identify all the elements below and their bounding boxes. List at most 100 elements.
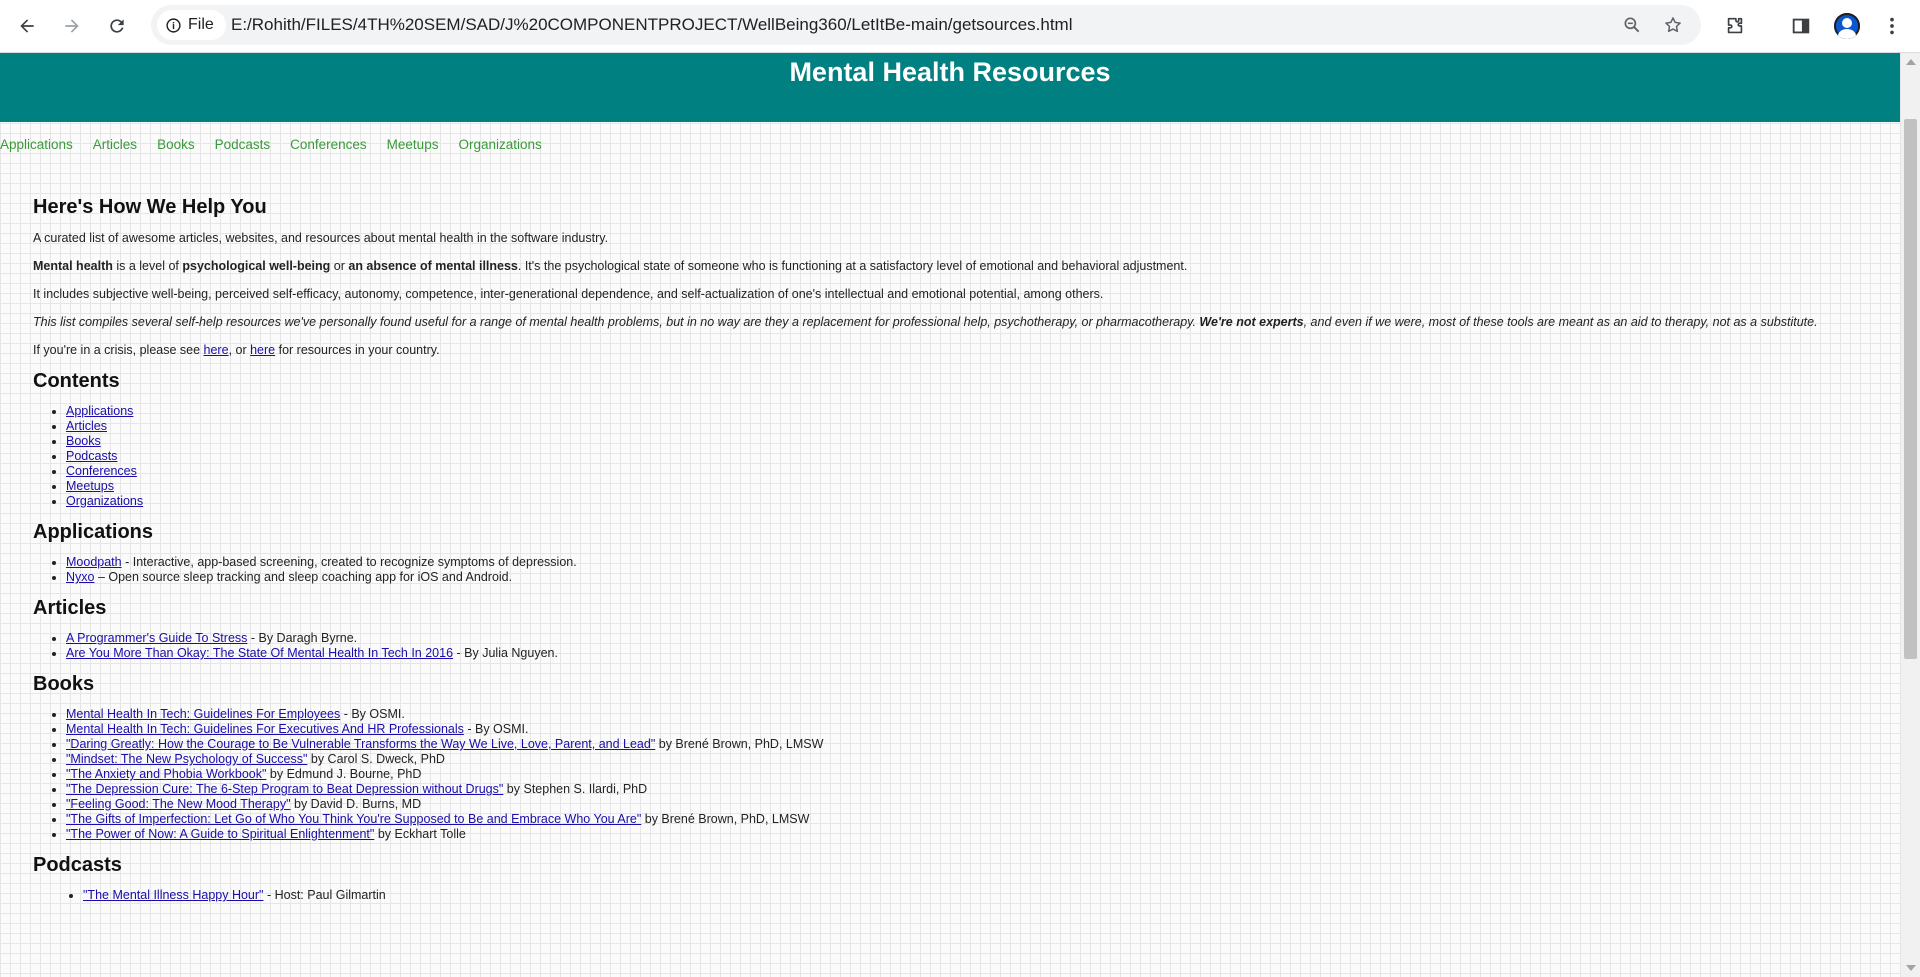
disclaimer-paragraph: This list compiles several self-help res…: [33, 315, 1818, 329]
list-item: "The Depression Cure: The 6-Step Program…: [66, 782, 1873, 797]
contents-link-conferences[interactable]: Conferences: [66, 464, 137, 478]
resource-link[interactable]: "Mindset: The New Psychology of Success": [66, 752, 307, 766]
resource-link[interactable]: Nyxo: [66, 570, 94, 584]
list-item: "The Mental Illness Happy Hour" - Host: …: [83, 888, 1873, 903]
list-item: Podcasts: [66, 449, 1873, 464]
intro-paragraph-1: A curated list of awesome articles, webs…: [33, 231, 609, 245]
nav-link-books[interactable]: Books: [157, 134, 195, 156]
bold-text: an absence of mental illness: [348, 259, 518, 273]
resource-link[interactable]: "Daring Greatly: How the Courage to Be V…: [66, 737, 655, 751]
side-panel-button[interactable]: [1783, 8, 1819, 44]
list-item: Organizations: [66, 494, 1873, 509]
forward-button[interactable]: [54, 8, 90, 44]
nav-link-articles[interactable]: Articles: [93, 134, 137, 156]
back-button[interactable]: [9, 8, 45, 44]
arrow-left-icon: [20, 19, 34, 33]
contents-link-applications[interactable]: Applications: [66, 404, 133, 418]
list-item: Articles: [66, 419, 1873, 434]
browser-toolbar: File E:/Rohith/FILES/4TH%20SEM/SAD/J%20C…: [0, 0, 1920, 53]
applications-list: Moodpath - Interactive, app-based screen…: [33, 555, 1873, 585]
page-title: Mental Health Resources: [789, 57, 1111, 87]
applications-heading: Applications: [33, 521, 154, 543]
bold-text: psychological well-being: [182, 259, 331, 273]
more-vert-icon: [1890, 17, 1894, 35]
resource-link[interactable]: "The Power of Now: A Guide to Spiritual …: [66, 827, 374, 841]
url-text[interactable]: E:/Rohith/FILES/4TH%20SEM/SAD/J%20COMPON…: [231, 5, 1073, 45]
resource-link[interactable]: A Programmer's Guide To Stress: [66, 631, 247, 645]
puzzle-icon: [1727, 17, 1743, 34]
resource-link[interactable]: "The Depression Cure: The 6-Step Program…: [66, 782, 503, 796]
contents-link-podcasts[interactable]: Podcasts: [66, 449, 117, 463]
podcasts-list: "The Mental Illness Happy Hour" - Host: …: [33, 888, 1873, 903]
list-item: Conferences: [66, 464, 1873, 479]
contents-heading: Contents: [33, 370, 120, 392]
contents-link-books[interactable]: Books: [66, 434, 101, 448]
list-item: "The Gifts of Imperfection: Let Go of Wh…: [66, 812, 1873, 827]
crisis-link-1[interactable]: here: [204, 343, 229, 357]
avatar: [1834, 13, 1860, 39]
podcasts-heading: Podcasts: [33, 854, 122, 876]
contents-link-meetups[interactable]: Meetups: [66, 479, 114, 493]
list-item: "Feeling Good: The New Mood Therapy" by …: [66, 797, 1873, 812]
side-panel-icon: [1792, 18, 1810, 34]
intro-paragraph-3: It includes subjective well-being, perce…: [33, 287, 1104, 301]
books-list: Mental Health In Tech: Guidelines For Em…: [33, 707, 1873, 842]
intro-heading: Here's How We Help You: [33, 196, 267, 218]
nav-link-organizations[interactable]: Organizations: [458, 134, 541, 156]
file-label: File: [188, 16, 214, 33]
address-bar[interactable]: File E:/Rohith/FILES/4TH%20SEM/SAD/J%20C…: [151, 5, 1701, 45]
scroll-down-arrow-icon[interactable]: [1906, 965, 1916, 971]
list-item: Books: [66, 434, 1873, 449]
main-content: Here's How We Help You A curated list of…: [33, 194, 1873, 903]
list-item: Meetups: [66, 479, 1873, 494]
list-item: Applications: [66, 404, 1873, 419]
zoom-icon[interactable]: [1618, 11, 1646, 39]
crisis-link-2[interactable]: here: [250, 343, 275, 357]
nav-link-podcasts[interactable]: Podcasts: [215, 134, 271, 156]
list-item: "The Anxiety and Phobia Workbook" by Edm…: [66, 767, 1873, 782]
resource-link[interactable]: Mental Health In Tech: Guidelines For Ex…: [66, 722, 464, 736]
reload-icon: [110, 19, 124, 33]
resource-link[interactable]: "Feeling Good: The New Mood Therapy": [66, 797, 291, 811]
list-item: Are You More Than Okay: The State Of Men…: [66, 646, 1873, 661]
site-info-chip[interactable]: File: [157, 10, 226, 40]
bookmark-star-icon[interactable]: [1659, 11, 1687, 39]
list-item: Mental Health In Tech: Guidelines For Ex…: [66, 722, 1873, 737]
info-icon: [166, 17, 181, 33]
nav-link-conferences[interactable]: Conferences: [290, 134, 367, 156]
resource-link[interactable]: Are You More Than Okay: The State Of Men…: [66, 646, 453, 660]
nav-link-meetups[interactable]: Meetups: [387, 134, 439, 156]
resource-link[interactable]: "The Mental Illness Happy Hour": [83, 888, 263, 902]
books-heading: Books: [33, 673, 95, 695]
list-item: "Daring Greatly: How the Courage to Be V…: [66, 737, 1873, 752]
nav-link-applications[interactable]: Applications: [0, 134, 73, 156]
contents-link-articles[interactable]: Articles: [66, 419, 107, 433]
arrow-right-icon: [65, 19, 79, 33]
site-header: Mental Health Resources: [0, 53, 1900, 122]
profile-button[interactable]: [1829, 8, 1865, 44]
bold-text: We're not experts: [1199, 315, 1304, 329]
menu-button[interactable]: [1874, 8, 1910, 44]
list-item: "The Power of Now: A Guide to Spiritual …: [66, 827, 1873, 842]
top-nav: Applications Articles Books Podcasts Con…: [0, 134, 542, 156]
scroll-up-arrow-icon[interactable]: [1906, 59, 1916, 65]
list-item: Nyxo – Open source sleep tracking and sl…: [66, 570, 1873, 585]
contents-link-organizations[interactable]: Organizations: [66, 494, 143, 508]
page-viewport: Mental Health Resources Applications Art…: [0, 53, 1900, 977]
vertical-scrollbar[interactable]: [1900, 53, 1920, 977]
resource-link[interactable]: "The Gifts of Imperfection: Let Go of Wh…: [66, 812, 641, 826]
list-item: Mental Health In Tech: Guidelines For Em…: [66, 707, 1873, 722]
articles-list: A Programmer's Guide To Stress - By Dara…: [33, 631, 1873, 661]
list-item: "Mindset: The New Psychology of Success"…: [66, 752, 1873, 767]
extensions-button[interactable]: [1717, 8, 1753, 44]
articles-heading: Articles: [33, 597, 107, 619]
resource-link[interactable]: Mental Health In Tech: Guidelines For Em…: [66, 707, 340, 721]
resource-link[interactable]: "The Anxiety and Phobia Workbook": [66, 767, 266, 781]
resource-link[interactable]: Moodpath: [66, 555, 122, 569]
list-item: A Programmer's Guide To Stress - By Dara…: [66, 631, 1873, 646]
reload-button[interactable]: [99, 8, 135, 44]
list-item: Moodpath - Interactive, app-based screen…: [66, 555, 1873, 570]
contents-list: Applications Articles Books Podcasts Con…: [33, 404, 1873, 509]
bold-text: Mental health: [33, 259, 113, 273]
scrollbar-thumb[interactable]: [1904, 119, 1917, 659]
